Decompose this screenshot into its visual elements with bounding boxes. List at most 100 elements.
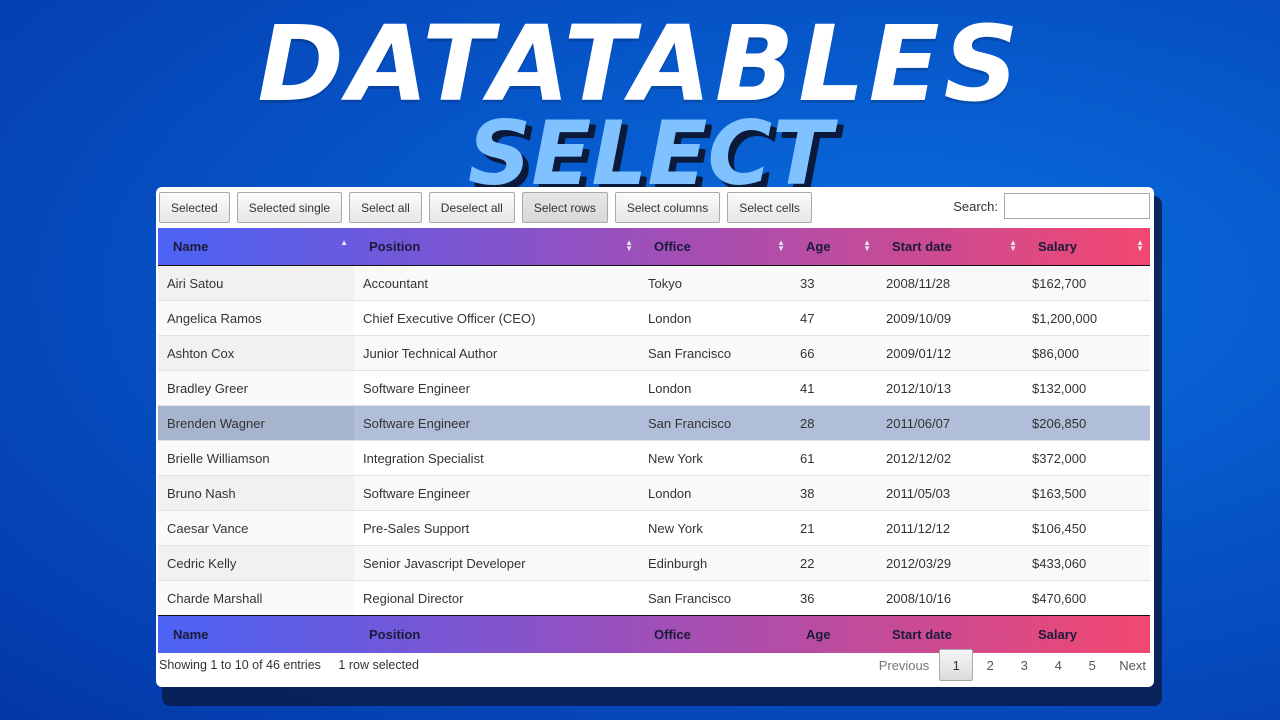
cell-start-date: 2009/01/12: [886, 345, 952, 361]
table-row[interactable]: Cedric Kelly Senior Javascript Developer…: [158, 545, 1150, 580]
cell-office: New York: [648, 520, 703, 536]
column-header-name[interactable]: Name ▲: [158, 228, 354, 265]
cell-position: Junior Technical Author: [363, 345, 498, 361]
table-row[interactable]: Ashton Cox Junior Technical Author San F…: [158, 335, 1150, 370]
cell-start-date: 2011/05/03: [886, 485, 951, 501]
datatable-panel: Selected Selected single Select all Dese…: [156, 187, 1154, 687]
cell-start-date: 2008/11/28: [886, 275, 951, 291]
cell-office: Tokyo: [648, 275, 682, 291]
cell-office: London: [648, 380, 692, 396]
cell-salary: $470,600: [1032, 590, 1087, 606]
footer-name: Name: [173, 627, 209, 642]
search-input[interactable]: [1004, 193, 1150, 219]
cell-salary: $163,500: [1032, 485, 1087, 501]
select-cells-button[interactable]: Select cells: [727, 192, 812, 223]
cell-salary: $206,850: [1032, 415, 1087, 431]
cell-position: Software Engineer: [363, 415, 470, 431]
cell-start-date: 2009/10/09: [886, 310, 952, 326]
cell-salary: $162,700: [1032, 275, 1087, 291]
column-header-age[interactable]: Age ▲ ▼: [791, 228, 877, 265]
cell-position: Integration Specialist: [363, 450, 484, 466]
table-row[interactable]: Angelica Ramos Chief Executive Officer (…: [158, 300, 1150, 335]
cell-name: Cedric Kelly: [158, 546, 354, 580]
footer-salary: Salary: [1038, 627, 1078, 642]
cell-salary: $1,200,000: [1032, 310, 1098, 326]
table-row[interactable]: Brielle Williamson Integration Specialis…: [158, 440, 1150, 475]
selected-single-button[interactable]: Selected single: [236, 192, 343, 223]
table-row[interactable]: Charde Marshall Regional Director San Fr…: [158, 580, 1150, 615]
cell-start-date: 2012/12/02: [886, 450, 952, 466]
cell-salary: $132,000: [1032, 380, 1087, 396]
next-page-button[interactable]: Next: [1109, 649, 1150, 681]
page-button-1[interactable]: 1: [939, 649, 974, 681]
cell-start-date: 2011/12/12: [886, 520, 951, 536]
pagination: Previous 1 2 3 4 5 Next: [869, 649, 1150, 681]
column-header-position[interactable]: Position ▲ ▼: [354, 228, 639, 265]
cell-age: 36: [800, 590, 815, 606]
cell-salary: $372,000: [1032, 450, 1087, 466]
table-row[interactable]: Caesar Vance Pre-Sales Support New York …: [158, 510, 1150, 545]
select-all-button[interactable]: Select all: [349, 192, 422, 223]
table-row[interactable]: Bradley Greer Software Engineer London 4…: [158, 370, 1150, 405]
cell-age: 33: [800, 275, 815, 291]
cell-age: 41: [800, 380, 815, 396]
column-header-office[interactable]: Office ▲ ▼: [639, 228, 791, 265]
cell-position: Regional Director: [363, 590, 464, 606]
cell-position: Pre-Sales Support: [363, 520, 470, 536]
cell-office: London: [648, 310, 692, 326]
cell-age: 66: [800, 345, 815, 361]
cell-start-date: 2012/03/29: [886, 555, 952, 571]
sort-both-icon: ▲ ▼: [1009, 238, 1017, 253]
column-header-start-date[interactable]: Start date ▲ ▼: [877, 228, 1023, 265]
cell-name: Charde Marshall: [158, 581, 354, 615]
cell-age: 61: [800, 450, 815, 466]
select-rows-button[interactable]: Select rows: [521, 192, 608, 223]
column-header-salary[interactable]: Salary ▲ ▼: [1023, 228, 1150, 265]
select-columns-button[interactable]: Select columns: [614, 192, 721, 223]
table-body: Airi Satou Accountant Tokyo 33 2008/11/2…: [158, 266, 1150, 615]
cell-name: Brielle Williamson: [158, 441, 354, 475]
sort-both-icon: ▲ ▼: [863, 238, 871, 253]
table-row[interactable]: Airi Satou Accountant Tokyo 33 2008/11/2…: [158, 266, 1150, 300]
page-button-4[interactable]: 4: [1041, 649, 1075, 681]
table-info: Showing 1 to 10 of 46 entries 1 row sele…: [159, 658, 419, 672]
cell-office: San Francisco: [648, 590, 732, 606]
table-header: Name ▲ Position ▲ ▼ Office ▲ ▼ Age ▲ ▼ Star…: [158, 228, 1150, 266]
page-button-2[interactable]: 2: [973, 649, 1007, 681]
cell-office: New York: [648, 450, 703, 466]
cell-age: 22: [800, 555, 815, 571]
search-box: Search:: [953, 193, 1150, 219]
button-toolbar: Selected Selected single Select all Dese…: [159, 192, 812, 223]
cell-salary: $106,450: [1032, 520, 1087, 536]
sort-asc-icon: ▲: [340, 238, 348, 247]
cell-age: 28: [800, 415, 815, 431]
cell-position: Chief Executive Officer (CEO): [363, 310, 536, 326]
table-row-selected[interactable]: Brenden Wagner Software Engineer San Fra…: [158, 405, 1150, 440]
deselect-all-button[interactable]: Deselect all: [428, 192, 515, 223]
selection-info: 1 row selected: [338, 658, 420, 672]
cell-start-date: 2012/10/13: [886, 380, 952, 396]
cell-office: San Francisco: [648, 415, 732, 431]
cell-age: 38: [800, 485, 815, 501]
footer-start-date: Start date: [892, 627, 952, 642]
cell-start-date: 2008/10/16: [886, 590, 952, 606]
previous-page-button[interactable]: Previous: [869, 649, 940, 681]
page-button-5[interactable]: 5: [1075, 649, 1109, 681]
selected-button[interactable]: Selected: [159, 192, 230, 223]
footer-position: Position: [369, 627, 421, 642]
cell-position: Software Engineer: [363, 485, 470, 501]
cell-name: Caesar Vance: [158, 511, 354, 545]
cell-position: Senior Javascript Developer: [363, 555, 526, 571]
table-row[interactable]: Bruno Nash Software Engineer London 38 2…: [158, 475, 1150, 510]
footer-office: Office: [654, 627, 691, 642]
cell-position: Software Engineer: [363, 380, 470, 396]
search-label: Search:: [953, 198, 998, 214]
cell-office: San Francisco: [648, 345, 732, 361]
cell-name: Angelica Ramos: [158, 301, 354, 335]
entries-info: Showing 1 to 10 of 46 entries: [159, 658, 321, 672]
cell-salary: $433,060: [1032, 555, 1087, 571]
table-footer: Name Position Office Age Start date Sala…: [158, 615, 1150, 653]
data-table: Name ▲ Position ▲ ▼ Office ▲ ▼ Age ▲ ▼ Star…: [158, 228, 1150, 653]
cell-office: Edinburgh: [648, 555, 708, 571]
page-button-3[interactable]: 3: [1007, 649, 1041, 681]
